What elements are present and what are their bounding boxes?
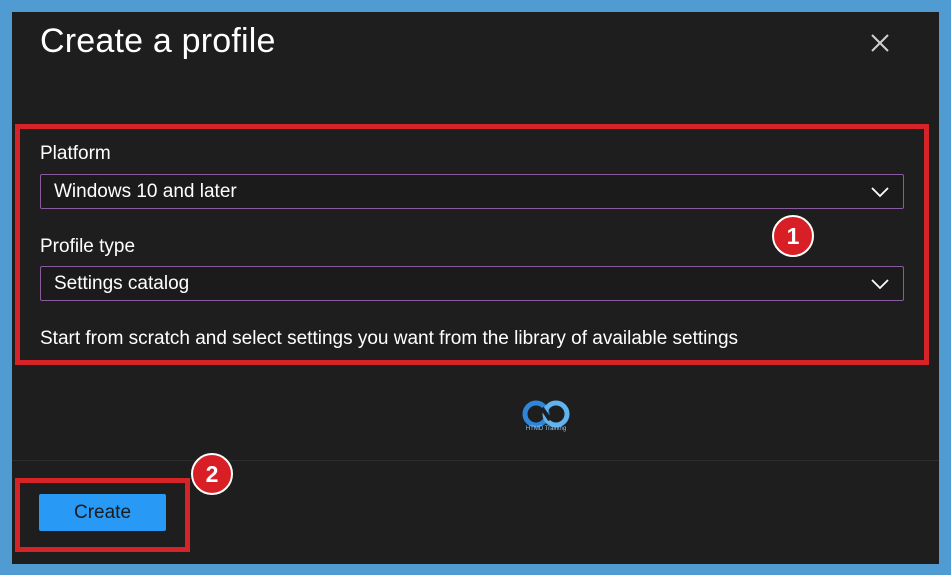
create-profile-dialog: Create a profile Platform Windows 10 and… — [12, 12, 939, 564]
profile-type-label: Profile type — [40, 236, 136, 257]
dialog-title: Create a profile — [40, 22, 276, 60]
chevron-down-icon — [871, 186, 889, 197]
watermark-text: HTMD Training — [525, 426, 567, 432]
footer-divider — [12, 460, 939, 461]
create-button[interactable]: Create — [39, 494, 166, 531]
close-icon[interactable] — [865, 28, 895, 58]
platform-dropdown[interactable]: Windows 10 and later — [40, 174, 904, 209]
platform-label: Platform — [40, 143, 111, 164]
profile-type-description: Start from scratch and select settings y… — [40, 328, 739, 349]
profile-type-dropdown[interactable]: Settings catalog — [40, 266, 904, 301]
platform-value: Windows 10 and later — [54, 180, 237, 202]
annotation-badge-2: 2 — [191, 453, 233, 495]
annotation-badge-1: 1 — [772, 215, 814, 257]
chevron-down-icon — [871, 278, 889, 289]
profile-type-value: Settings catalog — [54, 272, 190, 294]
